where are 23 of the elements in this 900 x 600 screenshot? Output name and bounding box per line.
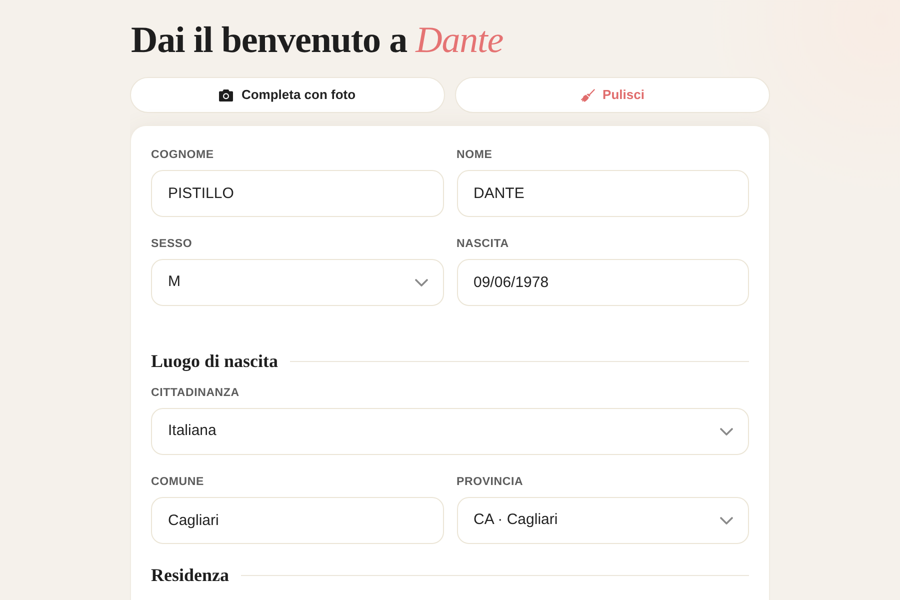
chevron-down-icon — [414, 278, 428, 286]
chevron-down-icon — [720, 428, 733, 436]
section-heading: Residenza — [151, 564, 229, 586]
camera-icon — [219, 88, 234, 102]
field-label: CITTADINANZA — [151, 386, 240, 400]
section-heading: Luogo di nascita — [151, 350, 278, 372]
page-title: Dai il benvenuto a Dante — [131, 22, 504, 59]
chevron-down-icon — [720, 516, 733, 524]
select-field[interactable]: CA · Cagliari — [456, 497, 749, 544]
select-field[interactable]: Italiana — [151, 408, 749, 455]
select-field[interactable]: M — [151, 259, 444, 306]
field-label: SESSO — [151, 237, 192, 251]
field-label: PROVINCIA — [456, 475, 524, 489]
field-label: NOME — [456, 148, 492, 162]
text-field[interactable]: 09/06/1978 — [456, 259, 749, 306]
text-field[interactable]: PISTILLO — [151, 170, 444, 217]
field-label: COMUNE — [151, 475, 204, 489]
text-field[interactable]: Cagliari — [151, 497, 444, 544]
photo-button[interactable]: Completa con foto — [130, 77, 445, 113]
broom-icon — [580, 88, 595, 102]
text-field[interactable]: DANTE — [456, 170, 749, 217]
field-label: NASCITA — [456, 237, 509, 251]
field-label: COGNOME — [151, 148, 214, 162]
